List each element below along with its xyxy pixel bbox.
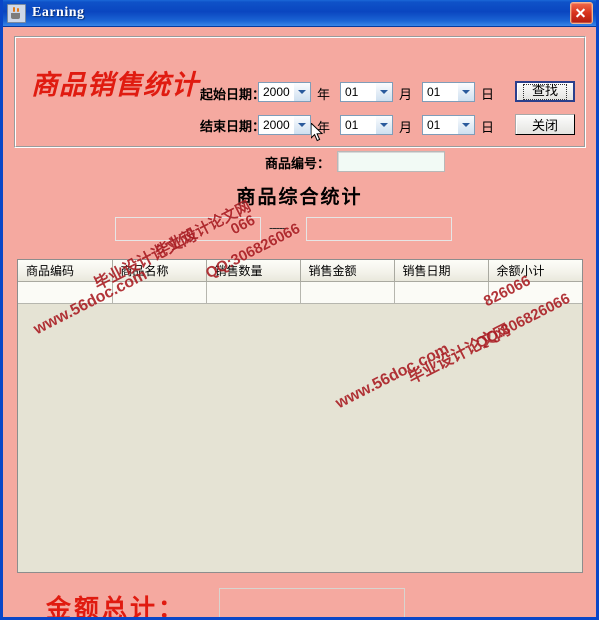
start-month-unit: 月 [399, 88, 413, 103]
column-header-product-name[interactable]: 商品名称 [112, 260, 207, 282]
chevron-down-icon[interactable] [293, 83, 310, 101]
end-year-select[interactable]: 2000 [258, 115, 311, 135]
product-code-label: 商品编号： [265, 157, 331, 172]
title-bar: Earning [3, 0, 596, 27]
page-title: 商品销售统计 [31, 70, 199, 100]
chevron-down-icon[interactable] [375, 83, 392, 101]
end-month-unit: 月 [399, 121, 413, 136]
results-table-scrollpane[interactable]: 商品编码 商品名称 销售数量 销售金额 销售日期 余额小计 [17, 259, 583, 573]
end-year-unit: 年 [317, 121, 331, 136]
start-day-value: 01 [427, 85, 441, 99]
chevron-down-icon[interactable] [457, 83, 474, 101]
end-day-select[interactable]: 01 [422, 115, 475, 135]
chevron-down-icon[interactable] [375, 116, 392, 134]
cell-sale-amount[interactable] [300, 281, 395, 304]
end-day-value: 01 [427, 118, 441, 132]
column-header-sale-qty[interactable]: 销售数量 [206, 260, 301, 282]
summary-separator: ----- [269, 220, 287, 235]
product-code-input[interactable] [337, 151, 445, 172]
summary-left-field[interactable] [115, 217, 261, 241]
summary-right-field[interactable] [306, 217, 452, 241]
close-icon[interactable] [570, 2, 593, 24]
column-header-sale-date[interactable]: 销售日期 [394, 260, 489, 282]
cell-product-code[interactable] [18, 281, 113, 304]
column-header-sale-amount[interactable]: 销售金额 [300, 260, 395, 282]
window-content: 商品销售统计 起始日期： 2000 年 01 月 01 日 查找 结束日期： 2… [3, 27, 596, 620]
column-header-balance-subtotal[interactable]: 余额小计 [488, 260, 582, 282]
search-button[interactable]: 查找 [515, 81, 575, 102]
end-date-label: 结束日期： [200, 120, 266, 135]
start-month-value: 01 [345, 85, 359, 99]
total-amount-field[interactable] [219, 588, 405, 617]
cell-product-name[interactable] [112, 281, 207, 304]
earning-window: Earning 商品销售统计 起始日期： 2000 年 01 月 01 日 查找… [0, 0, 599, 620]
column-header-product-code[interactable]: 商品编码 [18, 260, 113, 282]
start-year-select[interactable]: 2000 [258, 82, 311, 102]
total-amount-label: 金额总计： [46, 596, 187, 620]
table-header-row: 商品编码 商品名称 销售数量 销售金额 销售日期 余额小计 [18, 260, 582, 282]
window-title: Earning [32, 5, 85, 20]
summary-title: 商品综合统计 [236, 187, 363, 208]
end-day-unit: 日 [481, 121, 495, 136]
close-button[interactable]: 关闭 [515, 114, 575, 135]
chevron-down-icon[interactable] [293, 116, 310, 134]
start-year-unit: 年 [317, 88, 331, 103]
chevron-down-icon[interactable] [457, 116, 474, 134]
cell-sale-qty[interactable] [206, 281, 301, 304]
cell-sale-date[interactable] [394, 281, 489, 304]
cell-balance-subtotal[interactable] [488, 281, 582, 304]
end-month-select[interactable]: 01 [340, 115, 393, 135]
java-coffee-cup-icon [7, 3, 26, 23]
start-day-select[interactable]: 01 [422, 82, 475, 102]
start-date-label: 起始日期： [200, 88, 266, 103]
start-year-value: 2000 [263, 85, 290, 99]
end-year-value: 2000 [263, 118, 290, 132]
start-day-unit: 日 [481, 88, 495, 103]
search-button-label: 查找 [522, 83, 567, 100]
start-month-select[interactable]: 01 [340, 82, 393, 102]
table-row[interactable] [18, 281, 582, 304]
close-button-label: 关闭 [531, 119, 558, 134]
end-month-value: 01 [345, 118, 359, 132]
results-table: 商品编码 商品名称 销售数量 销售金额 销售日期 余额小计 [18, 260, 582, 304]
